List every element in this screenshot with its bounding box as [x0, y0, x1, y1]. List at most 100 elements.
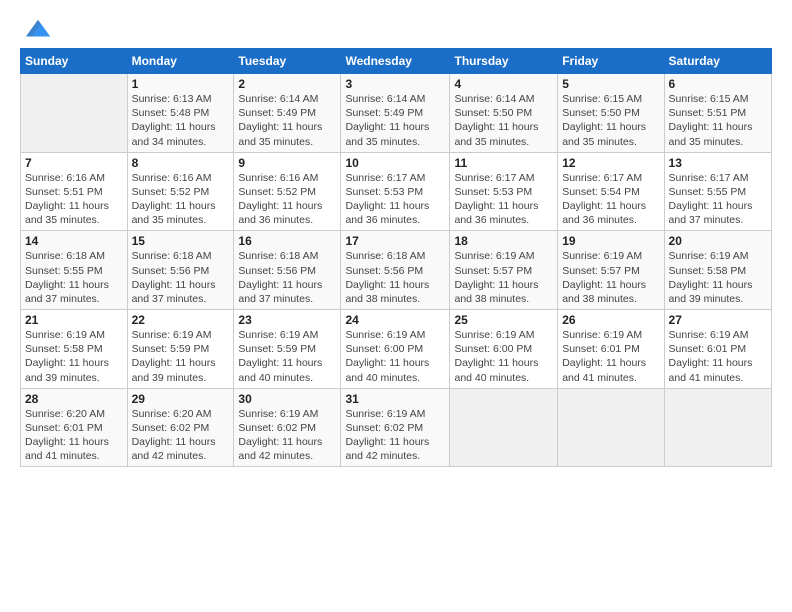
day-info: Sunrise: 6:14 AMSunset: 5:49 PMDaylight:… [345, 93, 429, 148]
day-number: 23 [238, 313, 336, 327]
day-info: Sunrise: 6:16 AMSunset: 5:52 PMDaylight:… [238, 172, 322, 227]
calendar-header-monday: Monday [127, 49, 234, 74]
day-info: Sunrise: 6:19 AMSunset: 5:57 PMDaylight:… [562, 250, 646, 305]
day-number: 30 [238, 392, 336, 406]
day-number: 2 [238, 77, 336, 91]
calendar-day: 30 Sunrise: 6:19 AMSunset: 6:02 PMDaylig… [234, 388, 341, 467]
day-number: 1 [132, 77, 230, 91]
day-info: Sunrise: 6:18 AMSunset: 5:56 PMDaylight:… [345, 250, 429, 305]
day-info: Sunrise: 6:16 AMSunset: 5:51 PMDaylight:… [25, 172, 109, 227]
calendar-day: 7 Sunrise: 6:16 AMSunset: 5:51 PMDayligh… [21, 152, 128, 231]
calendar-day: 6 Sunrise: 6:15 AMSunset: 5:51 PMDayligh… [664, 74, 771, 153]
day-number: 13 [669, 156, 767, 170]
calendar-table: SundayMondayTuesdayWednesdayThursdayFrid… [20, 48, 772, 467]
calendar-day: 15 Sunrise: 6:18 AMSunset: 5:56 PMDaylig… [127, 231, 234, 310]
calendar-day: 22 Sunrise: 6:19 AMSunset: 5:59 PMDaylig… [127, 310, 234, 389]
day-number: 19 [562, 234, 659, 248]
calendar-day: 10 Sunrise: 6:17 AMSunset: 5:53 PMDaylig… [341, 152, 450, 231]
calendar-header-thursday: Thursday [450, 49, 558, 74]
calendar-day: 2 Sunrise: 6:14 AMSunset: 5:49 PMDayligh… [234, 74, 341, 153]
calendar-header-row: SundayMondayTuesdayWednesdayThursdayFrid… [21, 49, 772, 74]
day-info: Sunrise: 6:19 AMSunset: 6:01 PMDaylight:… [562, 329, 646, 384]
day-info: Sunrise: 6:14 AMSunset: 5:50 PMDaylight:… [454, 93, 538, 148]
day-info: Sunrise: 6:20 AMSunset: 6:01 PMDaylight:… [25, 408, 109, 463]
calendar-day: 13 Sunrise: 6:17 AMSunset: 5:55 PMDaylig… [664, 152, 771, 231]
calendar-day: 25 Sunrise: 6:19 AMSunset: 6:00 PMDaylig… [450, 310, 558, 389]
logo [20, 16, 52, 40]
day-number: 8 [132, 156, 230, 170]
day-number: 27 [669, 313, 767, 327]
day-info: Sunrise: 6:17 AMSunset: 5:54 PMDaylight:… [562, 172, 646, 227]
day-number: 12 [562, 156, 659, 170]
calendar-day [558, 388, 664, 467]
calendar-day: 17 Sunrise: 6:18 AMSunset: 5:56 PMDaylig… [341, 231, 450, 310]
day-number: 18 [454, 234, 553, 248]
day-number: 20 [669, 234, 767, 248]
day-info: Sunrise: 6:20 AMSunset: 6:02 PMDaylight:… [132, 408, 216, 463]
day-info: Sunrise: 6:17 AMSunset: 5:55 PMDaylight:… [669, 172, 753, 227]
calendar-day: 11 Sunrise: 6:17 AMSunset: 5:53 PMDaylig… [450, 152, 558, 231]
calendar-body: 1 Sunrise: 6:13 AMSunset: 5:48 PMDayligh… [21, 74, 772, 467]
day-info: Sunrise: 6:13 AMSunset: 5:48 PMDaylight:… [132, 93, 216, 148]
calendar-day: 20 Sunrise: 6:19 AMSunset: 5:58 PMDaylig… [664, 231, 771, 310]
day-info: Sunrise: 6:19 AMSunset: 6:01 PMDaylight:… [669, 329, 753, 384]
calendar-header-tuesday: Tuesday [234, 49, 341, 74]
calendar-day: 16 Sunrise: 6:18 AMSunset: 5:56 PMDaylig… [234, 231, 341, 310]
calendar-day: 23 Sunrise: 6:19 AMSunset: 5:59 PMDaylig… [234, 310, 341, 389]
calendar-week-3: 21 Sunrise: 6:19 AMSunset: 5:58 PMDaylig… [21, 310, 772, 389]
day-number: 16 [238, 234, 336, 248]
day-number: 11 [454, 156, 553, 170]
calendar-day: 28 Sunrise: 6:20 AMSunset: 6:01 PMDaylig… [21, 388, 128, 467]
calendar-header-friday: Friday [558, 49, 664, 74]
day-number: 3 [345, 77, 445, 91]
day-number: 21 [25, 313, 123, 327]
day-number: 25 [454, 313, 553, 327]
calendar-day: 27 Sunrise: 6:19 AMSunset: 6:01 PMDaylig… [664, 310, 771, 389]
day-number: 7 [25, 156, 123, 170]
logo-icon [24, 16, 52, 44]
calendar-header-wednesday: Wednesday [341, 49, 450, 74]
calendar-day [21, 74, 128, 153]
calendar-day: 21 Sunrise: 6:19 AMSunset: 5:58 PMDaylig… [21, 310, 128, 389]
day-info: Sunrise: 6:19 AMSunset: 5:59 PMDaylight:… [132, 329, 216, 384]
day-info: Sunrise: 6:19 AMSunset: 6:02 PMDaylight:… [238, 408, 322, 463]
calendar-day: 14 Sunrise: 6:18 AMSunset: 5:55 PMDaylig… [21, 231, 128, 310]
calendar-day: 18 Sunrise: 6:19 AMSunset: 5:57 PMDaylig… [450, 231, 558, 310]
calendar-day: 19 Sunrise: 6:19 AMSunset: 5:57 PMDaylig… [558, 231, 664, 310]
day-info: Sunrise: 6:16 AMSunset: 5:52 PMDaylight:… [132, 172, 216, 227]
day-number: 26 [562, 313, 659, 327]
day-info: Sunrise: 6:18 AMSunset: 5:56 PMDaylight:… [132, 250, 216, 305]
calendar-day: 29 Sunrise: 6:20 AMSunset: 6:02 PMDaylig… [127, 388, 234, 467]
calendar-day [664, 388, 771, 467]
day-info: Sunrise: 6:15 AMSunset: 5:51 PMDaylight:… [669, 93, 753, 148]
calendar-week-1: 7 Sunrise: 6:16 AMSunset: 5:51 PMDayligh… [21, 152, 772, 231]
calendar-header-saturday: Saturday [664, 49, 771, 74]
calendar-week-4: 28 Sunrise: 6:20 AMSunset: 6:01 PMDaylig… [21, 388, 772, 467]
day-info: Sunrise: 6:19 AMSunset: 5:58 PMDaylight:… [669, 250, 753, 305]
day-info: Sunrise: 6:18 AMSunset: 5:55 PMDaylight:… [25, 250, 109, 305]
day-number: 29 [132, 392, 230, 406]
calendar-day: 3 Sunrise: 6:14 AMSunset: 5:49 PMDayligh… [341, 74, 450, 153]
calendar-day: 31 Sunrise: 6:19 AMSunset: 6:02 PMDaylig… [341, 388, 450, 467]
day-number: 17 [345, 234, 445, 248]
day-info: Sunrise: 6:19 AMSunset: 5:58 PMDaylight:… [25, 329, 109, 384]
day-info: Sunrise: 6:19 AMSunset: 6:00 PMDaylight:… [454, 329, 538, 384]
day-info: Sunrise: 6:15 AMSunset: 5:50 PMDaylight:… [562, 93, 646, 148]
calendar-day: 5 Sunrise: 6:15 AMSunset: 5:50 PMDayligh… [558, 74, 664, 153]
day-number: 22 [132, 313, 230, 327]
day-info: Sunrise: 6:19 AMSunset: 5:59 PMDaylight:… [238, 329, 322, 384]
header-row [20, 16, 772, 40]
calendar-day: 26 Sunrise: 6:19 AMSunset: 6:01 PMDaylig… [558, 310, 664, 389]
day-number: 10 [345, 156, 445, 170]
day-number: 4 [454, 77, 553, 91]
calendar-week-2: 14 Sunrise: 6:18 AMSunset: 5:55 PMDaylig… [21, 231, 772, 310]
day-number: 24 [345, 313, 445, 327]
calendar-day [450, 388, 558, 467]
day-info: Sunrise: 6:19 AMSunset: 5:57 PMDaylight:… [454, 250, 538, 305]
calendar-day: 12 Sunrise: 6:17 AMSunset: 5:54 PMDaylig… [558, 152, 664, 231]
calendar-day: 4 Sunrise: 6:14 AMSunset: 5:50 PMDayligh… [450, 74, 558, 153]
calendar-day: 24 Sunrise: 6:19 AMSunset: 6:00 PMDaylig… [341, 310, 450, 389]
calendar-header-sunday: Sunday [21, 49, 128, 74]
day-info: Sunrise: 6:14 AMSunset: 5:49 PMDaylight:… [238, 93, 322, 148]
day-info: Sunrise: 6:18 AMSunset: 5:56 PMDaylight:… [238, 250, 322, 305]
